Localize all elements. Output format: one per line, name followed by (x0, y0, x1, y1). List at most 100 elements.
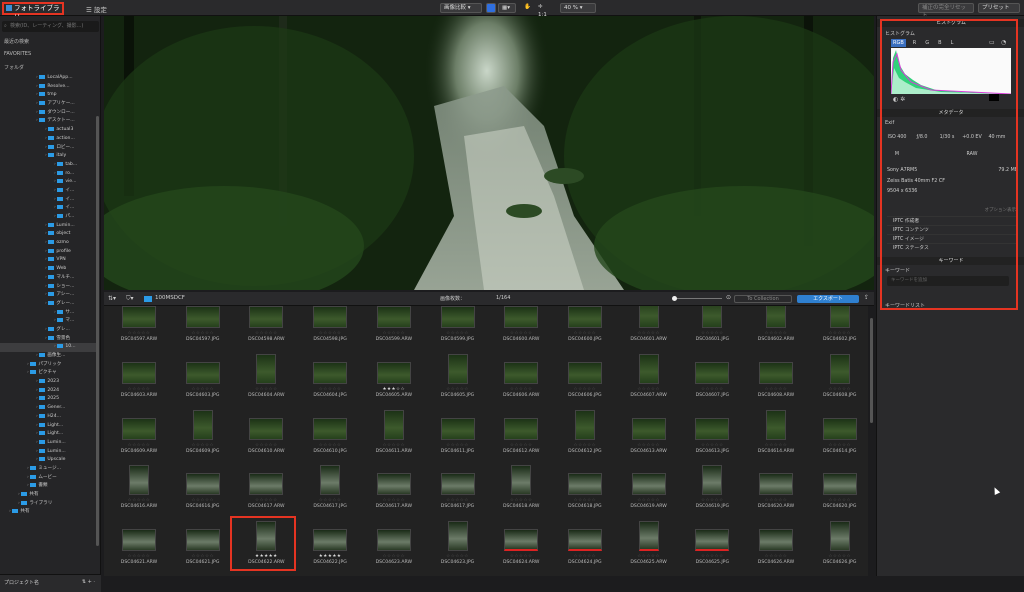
thumbnail-item[interactable]: ☆☆☆☆☆ DSC04604.ARW (235, 348, 297, 402)
rating-stars[interactable]: ☆☆☆☆☆ (235, 443, 297, 448)
thumbnail-item[interactable]: ☆☆☆☆☆ DSC04613.ARW (618, 404, 680, 458)
rating-stars[interactable]: ☆☆☆☆☆ (427, 387, 489, 392)
folder-tree-item[interactable]: › イ... (0, 196, 96, 205)
keyword-list-label[interactable]: キーワードリスト (885, 302, 925, 309)
rating-stars[interactable]: ★★★★★ (299, 554, 361, 559)
folder-tree-item[interactable]: › デスクトー... (0, 117, 96, 126)
thumbnail-item[interactable]: ☆☆☆☆☆ DSC04614.ARW (745, 404, 807, 458)
rating-stars[interactable]: ☆☆☆☆☆ (363, 554, 425, 559)
reset-all-button[interactable]: 補正の完全リセット (918, 3, 974, 19)
channel-tab-l[interactable]: L (949, 39, 956, 47)
rating-stars[interactable]: ☆☆☆☆☆ (108, 498, 170, 503)
thumbnail-item[interactable]: ☆☆☆☆☆ DSC04597.ARW (108, 306, 170, 346)
thumbnail-item[interactable]: ☆☆☆☆☆ DSC04609.JPG (172, 404, 234, 458)
folder-tree-item[interactable]: › VPN (0, 256, 96, 265)
rating-stars[interactable]: ☆☆☆☆☆ (490, 331, 552, 336)
zoom-fit-button[interactable]: ✛ 1:1 (535, 3, 555, 18)
preset-button[interactable]: プリセット (978, 3, 1020, 13)
thumbnail-item[interactable]: ★★★★★ DSC04622.JPG (299, 515, 361, 569)
folder-tree-item[interactable]: › ピクチャ (0, 369, 96, 378)
rating-stars[interactable]: ☆☆☆☆☆ (108, 387, 170, 392)
rating-stars[interactable]: ☆☆☆☆☆ (235, 498, 297, 503)
channel-tab-g[interactable]: G (923, 39, 931, 47)
option-display-link[interactable]: オプション表示 (985, 207, 1017, 213)
keyword-header[interactable]: キーワード (877, 257, 1024, 265)
rating-stars[interactable]: ☆☆☆☆☆ (554, 554, 616, 559)
rating-stars[interactable]: ☆☆☆☆☆ (618, 498, 680, 503)
folder-tree-item[interactable]: › 画像生... (0, 352, 96, 361)
iptc-section[interactable]: IPTC ステータス (887, 243, 1017, 252)
folder-tree-item[interactable]: › 雪景色 (0, 335, 96, 344)
rating-stars[interactable]: ☆☆☆☆☆ (554, 498, 616, 503)
add-project-icon[interactable]: ⇅ + · (82, 579, 95, 585)
thumbnail-item[interactable]: ☆☆☆☆☆ DSC04607.JPG (681, 348, 743, 402)
histogram-header[interactable]: ヒストグラム (877, 19, 1024, 27)
folder-tree-item[interactable]: › ロビー... (0, 144, 96, 153)
folder-tree-item[interactable]: › Lumin... (0, 448, 96, 457)
channel-tab-r[interactable]: R (911, 39, 918, 47)
thumbnail-item[interactable]: ☆☆☆☆☆ DSC04610.JPG (299, 404, 361, 458)
thumbnail-item[interactable]: ☆☆☆☆☆ DSC04604.JPG (299, 348, 361, 402)
sort-icon[interactable]: ⇅▾ (108, 295, 116, 302)
thumbnail-item[interactable]: ☆☆☆☆☆ DSC04613.JPG (681, 404, 743, 458)
recent-searches[interactable]: 最近の検索 (4, 38, 29, 45)
folder-tree-item[interactable]: › ro... (0, 170, 96, 179)
folder-tree-item[interactable]: › profile (0, 248, 96, 257)
thumbnail-item[interactable]: ☆☆☆☆☆ DSC04605.JPG (427, 348, 489, 402)
rating-stars[interactable]: ☆☆☆☆☆ (809, 498, 868, 503)
rating-stars[interactable]: ☆☆☆☆☆ (681, 331, 743, 336)
hand-tool-icon[interactable]: ✋ (521, 3, 533, 13)
thumbnail-item[interactable]: ☆☆☆☆☆ DSC04608.ARW (745, 348, 807, 402)
thumbnail-item[interactable]: ☆☆☆☆☆ DSC04625.ARW (618, 515, 680, 569)
thumbnail-item[interactable]: ☆☆☆☆☆ DSC04621.JPG (172, 515, 234, 569)
thumbnail-item[interactable]: ☆☆☆☆☆ DSC04616.JPG (172, 459, 234, 513)
thumbnail-item[interactable]: ☆☆☆☆☆ DSC04623.ARW (363, 515, 425, 569)
rating-stars[interactable]: ☆☆☆☆☆ (554, 331, 616, 336)
rating-stars[interactable]: ☆☆☆☆☆ (172, 443, 234, 448)
folder-tree-item[interactable]: › イ... (0, 204, 96, 213)
thumbnail-item[interactable]: ☆☆☆☆☆ DSC04619.ARW (618, 459, 680, 513)
rating-stars[interactable]: ☆☆☆☆☆ (490, 443, 552, 448)
rating-stars[interactable]: ☆☆☆☆☆ (618, 387, 680, 392)
folder-tree-item[interactable]: › Upscale (0, 456, 96, 465)
folder-tree-item[interactable]: › マルチ... (0, 274, 96, 283)
rating-stars[interactable]: ☆☆☆☆☆ (108, 443, 170, 448)
thumbnail-item[interactable]: ☆☆☆☆☆ DSC04612.JPG (554, 404, 616, 458)
rating-stars[interactable]: ☆☆☆☆☆ (363, 498, 425, 503)
rating-stars[interactable]: ☆☆☆☆☆ (299, 443, 361, 448)
folder-tree-item[interactable]: › マ... (0, 317, 96, 326)
folder-tree-item[interactable]: › object (0, 230, 96, 239)
arrow-icon[interactable]: ⊙ (726, 294, 731, 301)
thumbnail-item[interactable]: ☆☆☆☆☆ DSC04623.JPG (427, 515, 489, 569)
rating-stars[interactable]: ☆☆☆☆☆ (745, 331, 807, 336)
thumbnail-item[interactable]: ☆☆☆☆☆ DSC04598.JPG (299, 306, 361, 346)
folder-tree-item[interactable]: › グレー... (0, 300, 96, 309)
shadow-clip-icon[interactable]: ◐ ✲ (893, 96, 905, 103)
clip-icon[interactable]: ◔ (1001, 39, 1006, 46)
rating-stars[interactable]: ☆☆☆☆☆ (427, 331, 489, 336)
thumbnail-item[interactable]: ☆☆☆☆☆ DSC04602.JPG (809, 306, 868, 346)
rating-stars[interactable]: ☆☆☆☆☆ (235, 331, 297, 336)
metadata-header[interactable]: メタデータ (877, 109, 1024, 117)
thumbnail-item[interactable]: ★★★★★ DSC04622.ARW (235, 515, 297, 569)
folder-tree-item[interactable]: › italy (0, 152, 96, 161)
rating-stars[interactable]: ☆☆☆☆☆ (745, 554, 807, 559)
thumbnail-item[interactable]: ☆☆☆☆☆ DSC04603.JPG (172, 348, 234, 402)
rating-stars[interactable]: ☆☆☆☆☆ (427, 443, 489, 448)
rating-stars[interactable]: ☆☆☆☆☆ (809, 443, 868, 448)
rating-stars[interactable]: ☆☆☆☆☆ (172, 498, 234, 503)
folder-tree-item[interactable]: › パブリック (0, 361, 96, 370)
folder-tree-item[interactable]: › ライブラリ (0, 500, 96, 509)
folder-tree-item[interactable]: › Lumin... (0, 439, 96, 448)
thumbnail-item[interactable]: ☆☆☆☆☆ DSC04600.JPG (554, 306, 616, 346)
thumbnail-item[interactable]: ☆☆☆☆☆ DSC04603.ARW (108, 348, 170, 402)
zoom-level-select[interactable]: 40 % ▾ (560, 3, 596, 13)
rating-stars[interactable]: ☆☆☆☆☆ (618, 443, 680, 448)
thumbnail-item[interactable]: ☆☆☆☆☆ DSC04599.ARW (363, 306, 425, 346)
rating-stars[interactable]: ★★★☆☆ (363, 387, 425, 392)
folder-tree-item[interactable]: › vie... (0, 178, 96, 187)
folder-tree-item[interactable]: › ozmo (0, 239, 96, 248)
rating-stars[interactable]: ☆☆☆☆☆ (299, 331, 361, 336)
rating-stars[interactable]: ☆☆☆☆☆ (554, 387, 616, 392)
thumbnail-item[interactable]: ☆☆☆☆☆ DSC04617.JPG (299, 459, 361, 513)
